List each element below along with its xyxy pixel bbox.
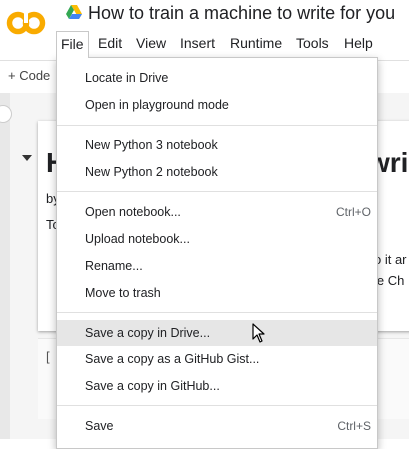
menu-edit[interactable]: Edit xyxy=(94,31,126,56)
menu-item-label: Save a copy in Drive... xyxy=(85,326,211,340)
app-header: How to train a machine to write for you … xyxy=(0,0,409,60)
menu-separator xyxy=(57,312,377,313)
menu-item-save-copy-drive[interactable]: Save a copy in Drive... xyxy=(57,320,377,346)
google-drive-icon[interactable] xyxy=(66,5,82,19)
menu-item-save-copy-gist[interactable]: Save a copy as a GitHub Gist... xyxy=(57,346,377,372)
menu-runtime[interactable]: Runtime xyxy=(226,31,286,56)
menu-item-label: Rename... xyxy=(85,259,143,273)
menu-item-save-copy-github[interactable]: Save a copy in GitHub... xyxy=(57,373,377,399)
menu-item-label: Move to trash xyxy=(85,286,161,300)
menu-item-save[interactable]: Save Ctrl+S xyxy=(57,413,377,439)
menu-file[interactable]: File xyxy=(56,31,89,58)
menu-separator xyxy=(57,125,377,126)
menu-tools[interactable]: Tools xyxy=(292,31,333,56)
menu-item-rename[interactable]: Rename... xyxy=(57,253,377,279)
mouse-pointer-icon xyxy=(252,323,265,343)
menu-item-shortcut: Ctrl+S xyxy=(337,419,371,433)
cell-run-bracket[interactable]: [ xyxy=(46,349,50,364)
cell-text-right-1: o it ar xyxy=(374,252,407,267)
menu-item-open-playground[interactable]: Open in playground mode xyxy=(57,92,377,118)
menu-item-new-python2[interactable]: New Python 2 notebook xyxy=(57,159,377,185)
menu-item-label: Open in playground mode xyxy=(85,98,229,112)
cell-text-right-2: le Ch xyxy=(374,273,405,288)
colab-logo-icon[interactable] xyxy=(6,9,46,37)
menu-view[interactable]: View xyxy=(132,31,170,56)
menu-item-label: Save xyxy=(85,419,114,433)
menu-item-label: Save a copy as a GitHub Gist... xyxy=(85,352,260,366)
menu-separator xyxy=(57,405,377,406)
menu-item-label: Upload notebook... xyxy=(85,232,190,246)
side-panel-strip xyxy=(0,93,10,439)
menu-help[interactable]: Help xyxy=(340,31,377,56)
add-code-button[interactable]: + Code xyxy=(8,68,50,83)
menu-item-shortcut: Ctrl+O xyxy=(335,205,371,219)
menu-item-label: Save a copy in GitHub... xyxy=(85,379,220,393)
menu-item-locate-in-drive[interactable]: Locate in Drive xyxy=(57,65,377,91)
menu-item-upload-notebook[interactable]: Upload notebook... xyxy=(57,226,377,252)
notebook-title[interactable]: How to train a machine to write for you xyxy=(88,3,395,24)
menu-item-label: New Python 2 notebook xyxy=(85,165,218,179)
menu-item-move-to-trash[interactable]: Move to trash xyxy=(57,280,377,306)
menu-item-label: New Python 3 notebook xyxy=(85,138,218,152)
menu-separator xyxy=(57,191,377,192)
menu-item-new-python3[interactable]: New Python 3 notebook xyxy=(57,132,377,158)
menu-item-open-notebook[interactable]: Open notebook... Ctrl+O xyxy=(57,199,377,225)
menu-item-label: Open notebook... xyxy=(85,205,181,219)
collapse-section-icon[interactable] xyxy=(22,155,32,161)
file-menu-dropdown: Locate in Drive Open in playground mode … xyxy=(56,57,378,449)
menu-item-label: Locate in Drive xyxy=(85,71,169,85)
expand-sidebar-icon[interactable] xyxy=(0,105,12,123)
menu-insert[interactable]: Insert xyxy=(176,31,219,56)
